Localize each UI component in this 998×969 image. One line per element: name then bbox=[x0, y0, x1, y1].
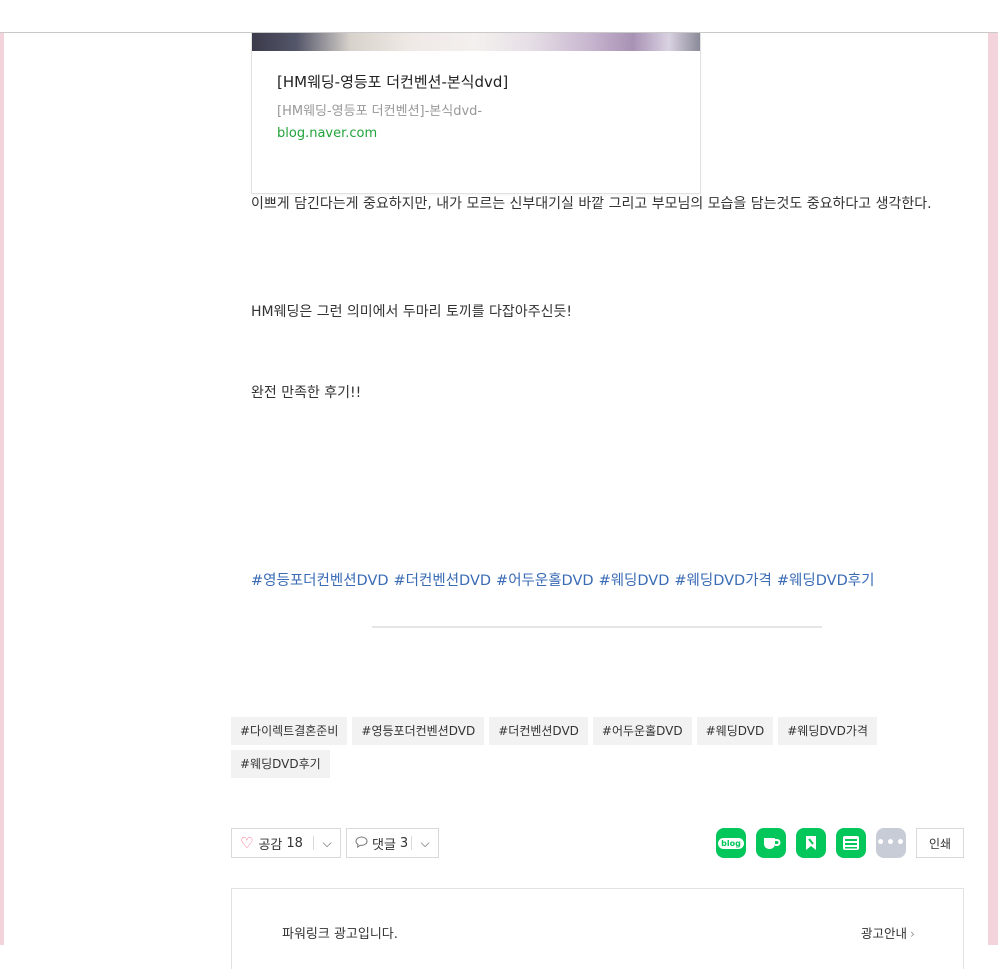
like-label: 공감 bbox=[258, 837, 283, 853]
hashtag-link[interactable]: #영등포더컨벤션DVD bbox=[251, 573, 389, 589]
paragraph-3: 완전 만족한 후기!! bbox=[251, 385, 362, 401]
ad-label: 파워링크 광고입니다. bbox=[282, 927, 398, 942]
hashtag-link[interactable]: #웨딩DVD후기 bbox=[777, 573, 875, 589]
ad-info-label: 광고안내 bbox=[860, 926, 907, 941]
hashtag-link[interactable]: #어두운홀DVD bbox=[496, 573, 594, 589]
link-domain: blog.naver.com bbox=[277, 126, 378, 141]
tag-chip[interactable]: #영등포더컨벤션DVD bbox=[352, 717, 485, 745]
tag-chip[interactable]: #어두운홀DVD bbox=[592, 717, 692, 745]
comment-label: 댓글 bbox=[372, 837, 396, 853]
content-divider bbox=[372, 626, 822, 628]
comment-count: 3 bbox=[399, 835, 409, 851]
hashtag-link[interactable]: #웨딩DVD가격 bbox=[674, 573, 772, 589]
keep-icon[interactable] bbox=[796, 828, 826, 858]
chevron-down-icon[interactable]: ⌵ bbox=[412, 836, 438, 851]
tag-chip[interactable]: #더컨벤션DVD bbox=[489, 717, 588, 745]
cafe-icon[interactable] bbox=[756, 828, 786, 858]
tag-chip[interactable]: #웨딩DVD bbox=[696, 717, 774, 745]
comment-bubble-icon bbox=[355, 835, 368, 851]
hashtag-link[interactable]: #웨딩DVD bbox=[599, 573, 670, 589]
memo-icon[interactable] bbox=[836, 828, 866, 858]
link-description: [HM웨딩-영등포 더컨벤션]-본식dvd- bbox=[277, 104, 483, 119]
comment-button[interactable]: 댓글 3 bbox=[347, 829, 408, 857]
right-side-border bbox=[988, 33, 998, 945]
tag-chip[interactable]: #웨딩DVD후기 bbox=[231, 750, 330, 778]
link-title: [HM웨딩-영등포 더컨벤션-본식dvd] bbox=[277, 73, 509, 91]
tag-chip[interactable]: #다이렉트결혼준비 bbox=[231, 717, 348, 745]
hashtag-link[interactable]: #더컨벤션DVD bbox=[394, 573, 492, 589]
like-button-group: ♡ 공감 18 ⌵ bbox=[231, 828, 341, 858]
link-thumbnail-image bbox=[252, 33, 700, 51]
like-button[interactable]: ♡ 공감 18 bbox=[232, 829, 303, 857]
like-count: 18 bbox=[286, 835, 303, 851]
inline-hashtags: #영등포더컨벤션DVD #더컨벤션DVD #어두운홀DVD #웨딩DVD #웨딩DVD가… bbox=[251, 569, 879, 590]
blog-icon[interactable]: blog bbox=[716, 828, 746, 858]
print-button[interactable]: 인쇄 bbox=[916, 828, 964, 858]
paragraph-2: HM웨딩은 그런 의미에서 두마리 토끼를 다잡아주신듯! bbox=[251, 304, 572, 320]
browser-top-bar bbox=[0, 0, 998, 33]
more-icon[interactable]: ••• bbox=[876, 828, 906, 858]
tag-list: #다이렉트결혼준비 #영등포더컨벤션DVD #더컨벤션DVD #어두운홀DVD … bbox=[231, 717, 911, 778]
tag-chip[interactable]: #웨딩DVD가격 bbox=[778, 717, 877, 745]
blog-icon-text: blog bbox=[718, 837, 744, 849]
comment-button-group: 댓글 3 ⌵ bbox=[346, 828, 439, 858]
chevron-right-icon: › bbox=[910, 926, 915, 941]
post-content: [HM웨딩-영등포 더컨벤션-본식dvd] [HM웨딩-영등포 더컨벤션]-본식… bbox=[4, 33, 988, 969]
heart-icon: ♡ bbox=[240, 833, 254, 852]
post-action-bar: ♡ 공감 18 ⌵ 댓글 3 ⌵ blog ••• 인쇄 bbox=[231, 828, 964, 858]
ad-info-link[interactable]: 광고안내 › bbox=[861, 923, 915, 942]
paragraph-1: 이쁘게 담긴다는게 중요하지만, 내가 모르는 신부대기실 바깥 그리고 부모님… bbox=[251, 196, 932, 212]
chevron-down-icon[interactable]: ⌵ bbox=[314, 836, 340, 851]
link-preview-card[interactable]: [HM웨딩-영등포 더컨벤션-본식dvd] [HM웨딩-영등포 더컨벤션]-본식… bbox=[251, 33, 701, 194]
power-link-ad: 파워링크 광고입니다. 광고안내 › bbox=[231, 888, 964, 969]
